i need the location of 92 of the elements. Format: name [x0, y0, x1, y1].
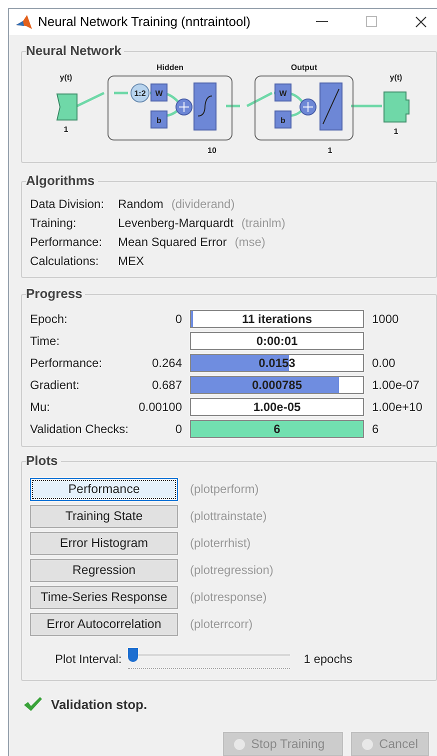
- bias-label: b: [280, 116, 286, 124]
- logo-icon: [15, 14, 33, 30]
- algorithm-label: Calculations:: [30, 252, 100, 268]
- progress-label: Validation Checks:: [30, 420, 130, 436]
- slider[interactable]: [128, 648, 290, 670]
- linear-block: [320, 82, 342, 130]
- cancel-icon: [362, 738, 374, 750]
- window-title: Neural Network Training (nntraintool): [38, 13, 250, 31]
- plus-icon: [178, 101, 190, 112]
- plot-button[interactable]: Error Histogram: [30, 532, 178, 554]
- function-name: (plotregression): [190, 562, 274, 579]
- stop-icon: [234, 738, 246, 750]
- plot-button[interactable]: Time-Series Response: [30, 586, 178, 608]
- bias-block: [150, 110, 168, 128]
- sum-node: [176, 98, 192, 115]
- group-title: Plots: [26, 452, 61, 468]
- progress-max: 6: [372, 420, 379, 436]
- bias-label: b: [156, 116, 162, 124]
- progress-min: 0: [174, 310, 183, 326]
- progress-value: 1.00e-05: [253, 398, 301, 414]
- checkmark-icon: [23, 696, 43, 712]
- algorithm-value: Mean Squared Error: [118, 234, 227, 250]
- plot-button[interactable]: Error Autocorrelation: [30, 612, 178, 636]
- sigmoid-curve: [198, 95, 212, 116]
- progress-min: 0.687: [150, 376, 183, 392]
- plot-button[interactable]: Regression: [30, 558, 178, 582]
- function-name: (plotperform): [190, 481, 259, 498]
- plot-button[interactable]: Training State: [30, 504, 178, 528]
- weight-block: [150, 83, 168, 101]
- function-name: (mse): [234, 234, 266, 250]
- output-block: [384, 91, 410, 122]
- slider-thumb[interactable]: [128, 648, 138, 662]
- progress-value: 6: [274, 420, 280, 436]
- connector-line: [351, 104, 382, 107]
- bias-block: [274, 110, 292, 128]
- weight-label: W: [155, 88, 163, 98]
- output-label: y(t): [390, 72, 402, 82]
- slider-reading: 1 epochs: [304, 650, 352, 668]
- algorithm-label: Performance:: [30, 234, 104, 250]
- status-message: Validation stop.: [51, 696, 148, 714]
- close-icon[interactable]: [415, 16, 427, 28]
- progress-min: 0.264: [150, 354, 183, 370]
- function-name: (ploterrcorr): [190, 616, 253, 633]
- progress-value: 0:00:01: [256, 332, 298, 348]
- progress-label: Gradient:: [30, 376, 80, 392]
- plus-icon: [302, 101, 314, 112]
- connector-line: [226, 104, 240, 107]
- progress-min: 0.00100: [138, 398, 183, 414]
- algorithm-label: Data Division:: [30, 196, 106, 212]
- layer-size: 1: [328, 146, 332, 154]
- output-size: 1: [394, 126, 398, 136]
- slider-label: Plot Interval:: [55, 650, 122, 668]
- delay-label: 1:2: [134, 88, 146, 98]
- sum-node: [300, 98, 316, 115]
- progress-max: 1000: [372, 310, 399, 326]
- weight-block: [274, 83, 292, 101]
- function-name: (dividerand): [171, 196, 235, 212]
- algorithm-value: Levenberg-Marquardt: [118, 214, 234, 230]
- connector-line: [246, 91, 273, 107]
- layer-title: Hidden: [156, 62, 184, 72]
- progress-max: 1.00e-07: [372, 376, 420, 392]
- group-title: Algorithms: [26, 172, 98, 188]
- progress-max: 1.00e+10: [372, 398, 422, 414]
- layer-title: Output: [290, 62, 318, 72]
- sigmoid-block: [194, 82, 216, 130]
- minimize-icon[interactable]: [316, 21, 328, 22]
- linear-line: [322, 88, 340, 124]
- progress-label: Epoch:: [30, 310, 68, 326]
- connector-line: [114, 91, 128, 94]
- progress-value: 0.000785: [252, 376, 302, 392]
- progress-label: Mu:: [30, 398, 52, 414]
- function-name: (plotresponse): [190, 589, 267, 606]
- progress-min: 0: [174, 420, 183, 436]
- group-title: Neural Network: [26, 42, 124, 58]
- layer-size: 10: [208, 146, 216, 154]
- function-name: (plottrainstate): [190, 508, 267, 525]
- input-label: y(t): [60, 72, 72, 82]
- plot-button[interactable]: Performance: [30, 478, 178, 500]
- function-name: (ploterrhist): [190, 535, 251, 552]
- progress-value: 11 iterations: [242, 310, 312, 326]
- algorithm-value: Random: [118, 196, 164, 212]
- input-size: 1: [64, 124, 68, 134]
- progress-label: Time:: [30, 332, 61, 348]
- function-name: (trainlm): [241, 214, 286, 230]
- weight-label: W: [279, 88, 287, 98]
- connector-line: [76, 91, 105, 107]
- progress-label: Performance:: [30, 354, 104, 370]
- progress-max: 0.00: [372, 354, 396, 370]
- algorithm-value: MEX: [118, 252, 144, 268]
- algorithm-label: Training:: [30, 214, 78, 230]
- input-block: [56, 93, 78, 120]
- delay-node: [130, 83, 150, 102]
